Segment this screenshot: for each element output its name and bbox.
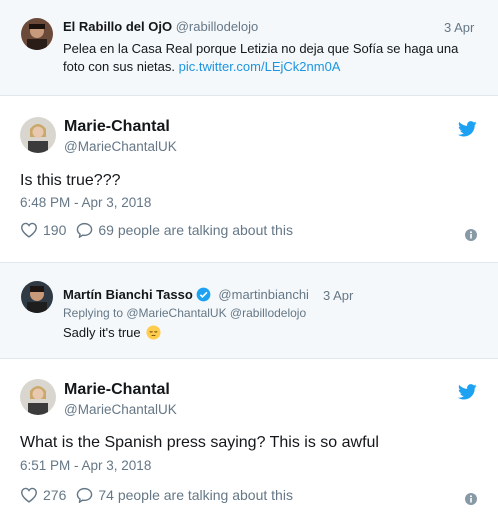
reply-button[interactable]: 69 people are talking about this: [76, 222, 293, 238]
author-handle[interactable]: @martinbianchi: [218, 287, 309, 302]
tweet-actions: 276 74 people are talking about this: [20, 487, 293, 503]
author-handle[interactable]: @MarieChantalUK: [64, 139, 177, 154]
replying-to[interactable]: Replying to @MarieChantalUK @rabillodelo…: [63, 306, 306, 320]
heart-icon: [20, 222, 38, 238]
verified-badge-icon: [196, 287, 211, 302]
like-button[interactable]: 190: [20, 222, 66, 238]
like-button[interactable]: 276: [20, 487, 66, 503]
author-name[interactable]: Marie-Chantal: [64, 381, 170, 399]
author-name[interactable]: Martín Bianchi Tasso @martinbianchi: [63, 287, 309, 302]
reply-tweet-card[interactable]: Martín Bianchi Tasso @martinbianchi 3 Ap…: [0, 263, 498, 359]
info-icon[interactable]: [465, 493, 477, 505]
author-handle[interactable]: @rabillodelojo: [176, 19, 259, 34]
reply-button[interactable]: 74 people are talking about this: [76, 487, 293, 503]
tweet-date[interactable]: 3 Apr: [444, 20, 474, 35]
tweet-timestamp[interactable]: 6:51 PM - Apr 3, 2018: [20, 458, 151, 473]
tweet-actions: 190 69 people are talking about this: [20, 222, 293, 238]
tweet-date[interactable]: 3 Apr: [323, 288, 353, 303]
heart-icon: [20, 487, 38, 503]
pensive-face-emoji: [146, 325, 161, 345]
like-count: 276: [43, 487, 67, 503]
talking-count: 74 people are talking about this: [98, 487, 293, 503]
reply-tweet-card[interactable]: El Rabillo del OjO @rabillodelojo 3 Apr …: [0, 0, 498, 96]
twitter-bird-icon[interactable]: [458, 384, 477, 400]
embedded-tweet-card[interactable]: Marie-Chantal @MarieChantalUK Is this tr…: [0, 96, 498, 263]
author-handle[interactable]: @MarieChantalUK: [64, 402, 177, 417]
speech-bubble-icon: [77, 222, 93, 238]
media-link[interactable]: pic.twitter.com/LEjCk2nm0A: [179, 59, 341, 74]
author-name[interactable]: Marie-Chantal: [64, 118, 170, 136]
tweet-text: Pelea en la Casa Real porque Letizia no …: [63, 41, 459, 74]
tweet-timestamp[interactable]: 6:48 PM - Apr 3, 2018: [20, 195, 151, 210]
speech-bubble-icon: [77, 487, 93, 503]
talking-count: 69 people are talking about this: [98, 222, 293, 238]
tweet-text: What is the Spanish press saying? This i…: [20, 434, 379, 451]
embedded-tweet-card[interactable]: Marie-Chantal @MarieChantalUK What is th…: [0, 359, 498, 518]
avatar[interactable]: [21, 18, 53, 50]
tweet-text: Sadly it's true: [63, 324, 161, 345]
tweet-text: Is this true???: [20, 172, 121, 189]
avatar[interactable]: [20, 379, 56, 415]
twitter-bird-icon[interactable]: [458, 121, 477, 137]
avatar[interactable]: [20, 117, 56, 153]
info-icon[interactable]: [465, 229, 477, 241]
like-count: 190: [43, 222, 67, 238]
author-name[interactable]: El Rabillo del OjO @rabillodelojo: [63, 19, 258, 34]
avatar[interactable]: [21, 281, 53, 313]
